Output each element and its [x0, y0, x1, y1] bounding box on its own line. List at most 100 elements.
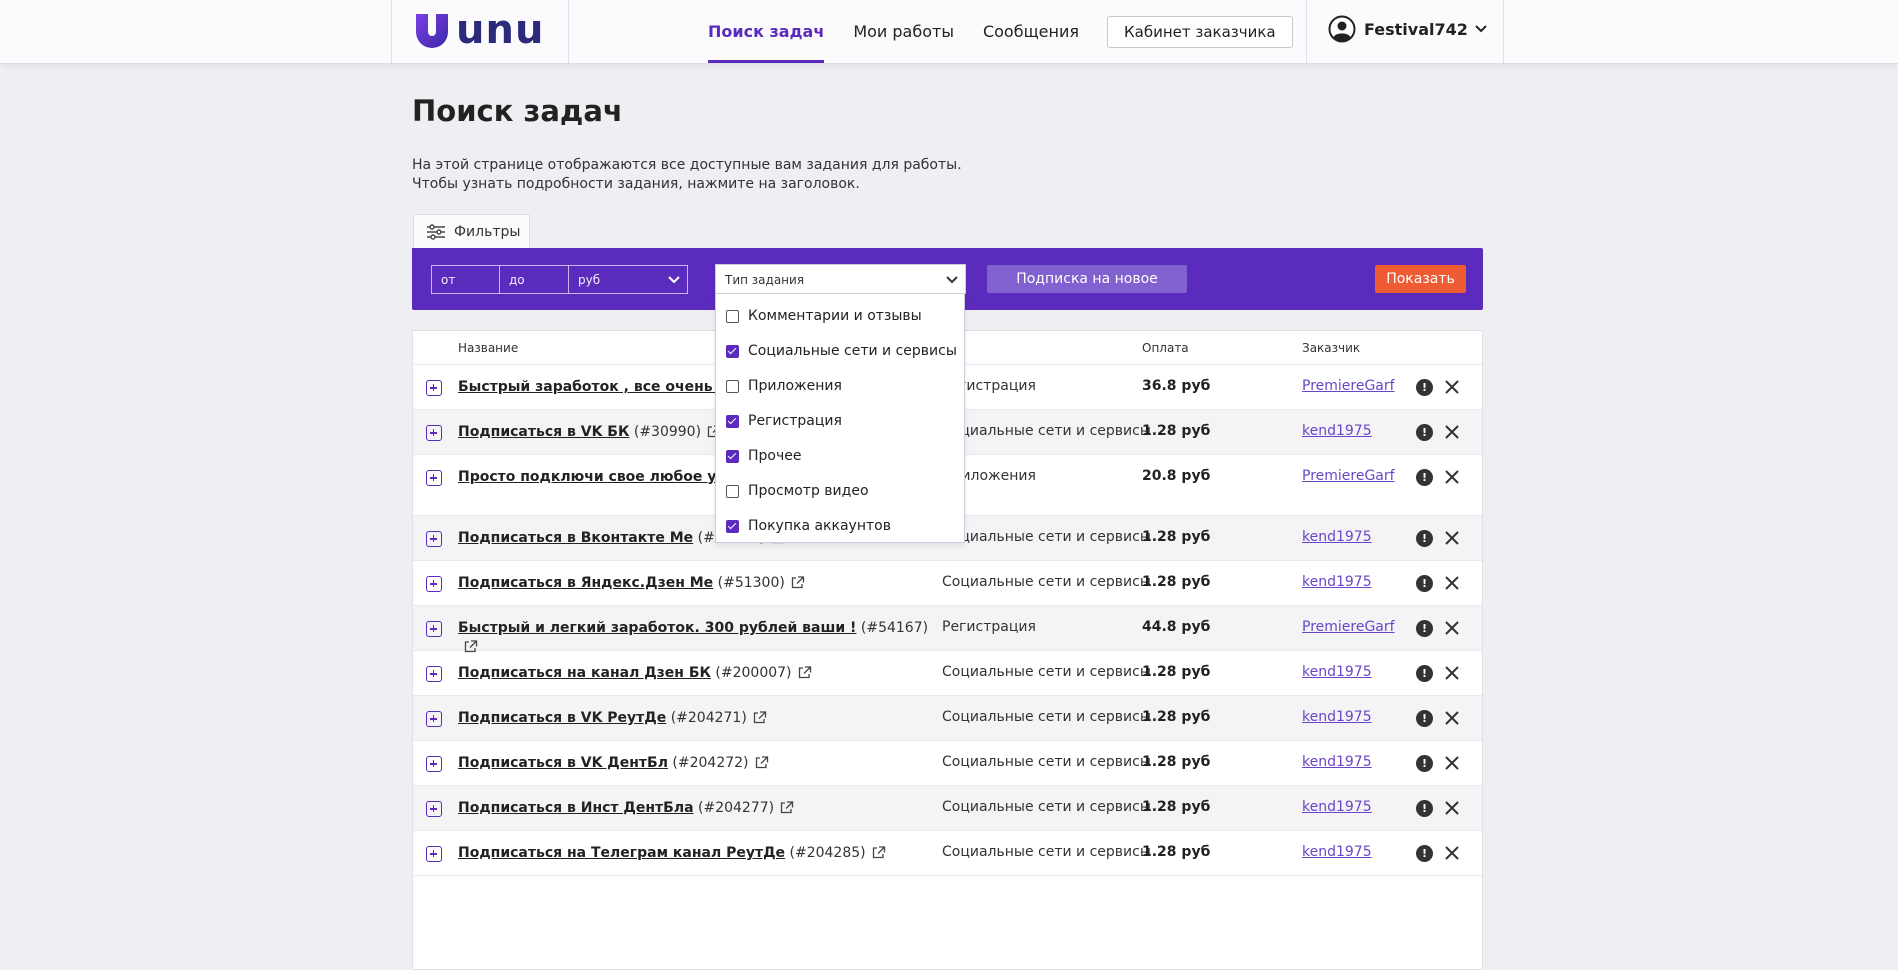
task-type-option[interactable]: Просмотр видео	[726, 481, 869, 501]
close-icon[interactable]	[1444, 755, 1460, 771]
task-title-link[interactable]: Подписаться в VK ДентБл	[458, 755, 668, 771]
expand-row-button[interactable]	[426, 380, 442, 396]
report-icon[interactable]: !	[1416, 379, 1433, 396]
report-icon[interactable]: !	[1416, 845, 1433, 862]
show-button[interactable]: Показать	[1375, 265, 1466, 293]
customer-link[interactable]: kend1975	[1302, 754, 1372, 770]
expand-row-button[interactable]	[426, 470, 442, 486]
filters-tab[interactable]: Фильтры	[413, 214, 530, 248]
task-title-link[interactable]: Быстрый и легкий заработок. 300 рублей в…	[458, 620, 856, 636]
task-payment: 1.28 руб	[1142, 529, 1211, 545]
nav-task-search[interactable]: Поиск задач	[708, 0, 825, 63]
task-category: Социальные сети и сервисы	[942, 754, 1151, 770]
task-payment: 20.8 руб	[1142, 468, 1211, 484]
close-icon[interactable]	[1444, 469, 1460, 485]
task-title-link[interactable]: Подписаться в VK БК	[458, 424, 629, 440]
close-icon[interactable]	[1444, 575, 1460, 591]
task-id: (#204271)	[670, 710, 747, 726]
close-icon[interactable]	[1444, 424, 1460, 440]
checkbox[interactable]	[726, 414, 739, 428]
expand-row-button[interactable]	[426, 756, 442, 772]
report-icon[interactable]: !	[1416, 620, 1433, 637]
external-link-icon[interactable]	[755, 756, 769, 769]
checkbox[interactable]	[726, 344, 739, 358]
task-title-link[interactable]: Подписаться в Яндекс.Дзен Ме	[458, 575, 713, 591]
checkbox[interactable]	[726, 484, 739, 498]
task-title-link[interactable]: Подписаться в Вконтакте Ме	[458, 530, 693, 546]
customer-link[interactable]: PremiereGarf	[1302, 468, 1395, 484]
task-title-link[interactable]: Подписаться в VK РеутДе	[458, 710, 666, 726]
report-icon[interactable]: !	[1416, 469, 1433, 486]
customer-link[interactable]: kend1975	[1302, 664, 1372, 680]
external-link-icon[interactable]	[798, 666, 812, 679]
table-row: Подписаться в VK ДентБл (#204272) Социаль…	[413, 741, 1482, 786]
task-type-option[interactable]: Регистрация	[726, 411, 842, 431]
price-to-input[interactable]: до	[500, 266, 569, 293]
close-icon[interactable]	[1444, 800, 1460, 816]
task-type-option[interactable]: Прочее	[726, 446, 801, 466]
task-title-link[interactable]: Подписаться на Телеграм канал РеутДе	[458, 845, 785, 861]
expand-row-button[interactable]	[426, 576, 442, 592]
report-icon[interactable]: !	[1416, 665, 1433, 682]
expand-row-button[interactable]	[426, 801, 442, 817]
close-icon[interactable]	[1444, 620, 1460, 636]
customer-link[interactable]: kend1975	[1302, 844, 1372, 860]
customer-link[interactable]: kend1975	[1302, 709, 1372, 725]
nav-messages[interactable]: Сообщения	[983, 0, 1079, 63]
checkbox[interactable]	[726, 519, 739, 533]
task-type-option[interactable]: Приложения	[726, 376, 842, 396]
external-link-icon[interactable]	[791, 576, 805, 589]
close-icon[interactable]	[1444, 710, 1460, 726]
price-from-input[interactable]: от	[432, 266, 500, 293]
expand-row-button[interactable]	[426, 425, 442, 441]
task-type-option[interactable]: Комментарии и отзывы	[726, 306, 922, 326]
nav-my-works[interactable]: Мои работы	[853, 0, 954, 63]
checkbox[interactable]	[726, 379, 739, 393]
external-link-icon[interactable]	[780, 801, 794, 814]
report-icon[interactable]: !	[1416, 530, 1433, 547]
customer-link[interactable]: kend1975	[1302, 799, 1372, 815]
customer-link[interactable]: kend1975	[1302, 423, 1372, 439]
task-title-link[interactable]: Подписаться на канал Дзен БК	[458, 665, 711, 681]
task-title-cell: Подписаться на канал Дзен БК (#200007)	[458, 664, 938, 683]
currency-select[interactable]: руб	[569, 266, 687, 293]
task-title-link[interactable]: Подписаться в Инст ДентБла	[458, 800, 694, 816]
close-icon[interactable]	[1444, 530, 1460, 546]
task-type-select-label: Тип задания	[725, 272, 805, 287]
price-from-placeholder: от	[441, 272, 456, 287]
close-icon[interactable]	[1444, 665, 1460, 681]
task-id: (#51300)	[717, 575, 785, 591]
external-link-icon[interactable]	[753, 711, 767, 724]
report-icon[interactable]: !	[1416, 755, 1433, 772]
report-icon[interactable]: !	[1416, 575, 1433, 592]
close-icon[interactable]	[1444, 845, 1460, 861]
close-icon[interactable]	[1444, 379, 1460, 395]
customer-link[interactable]: kend1975	[1302, 574, 1372, 590]
user-menu[interactable]: Festival742	[1328, 15, 1488, 43]
logo[interactable]: unu	[414, 7, 545, 53]
expand-row-button[interactable]	[426, 666, 442, 682]
logo-text: unu	[456, 7, 545, 53]
task-category: Социальные сети и сервисы	[942, 574, 1151, 590]
expand-row-button[interactable]	[426, 531, 442, 547]
customer-link[interactable]: kend1975	[1302, 529, 1372, 545]
customer-cabinet-button[interactable]: Кабинет заказчика	[1106, 15, 1293, 48]
report-icon[interactable]: !	[1416, 800, 1433, 817]
customer-link[interactable]: PremiereGarf	[1302, 378, 1395, 394]
expand-row-button[interactable]	[426, 621, 442, 637]
task-category: Социальные сети и сервисы	[942, 664, 1151, 680]
subscribe-new-button[interactable]: Подписка на новое	[987, 265, 1187, 293]
report-icon[interactable]: !	[1416, 710, 1433, 727]
expand-row-button[interactable]	[426, 711, 442, 727]
checkbox[interactable]	[726, 309, 739, 323]
customer-link[interactable]: PremiereGarf	[1302, 619, 1395, 635]
external-link-icon[interactable]	[872, 846, 886, 859]
expand-row-button[interactable]	[426, 846, 442, 862]
task-type-select[interactable]: Тип задания	[715, 264, 966, 294]
logo-mark-icon	[416, 14, 448, 48]
task-type-option[interactable]: Социальные сети и сервисы	[726, 341, 957, 361]
task-type-dropdown: Комментарии и отзывы Социальные сети и се…	[715, 293, 965, 543]
report-icon[interactable]: !	[1416, 424, 1433, 441]
task-type-option[interactable]: Покупка аккаунтов	[726, 516, 891, 536]
checkbox[interactable]	[726, 449, 739, 463]
